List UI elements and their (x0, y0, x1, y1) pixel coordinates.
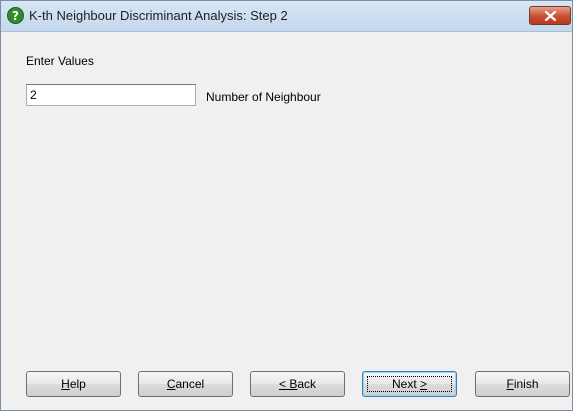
back-button-arrow: < (278, 377, 290, 391)
close-button[interactable] (529, 6, 571, 25)
finish-button-mnemonic: F (506, 377, 514, 391)
dialog-body: Enter Values Number of Neighbour Help Ca… (1, 32, 572, 410)
next-button[interactable]: Next > (362, 371, 457, 397)
title-bar[interactable]: ? K-th Neighbour Discriminant Analysis: … (1, 1, 572, 32)
focus-ring (367, 376, 452, 392)
finish-button[interactable]: Finish (475, 371, 570, 397)
back-button-label: ack (297, 377, 317, 391)
enter-values-heading: Enter Values (26, 54, 94, 68)
cancel-button[interactable]: Cancel (138, 371, 233, 397)
back-button[interactable]: < Back (250, 371, 345, 397)
help-question-icon: ? (7, 7, 24, 24)
dialog-window: ? K-th Neighbour Discriminant Analysis: … (0, 0, 573, 411)
number-of-neighbour-input[interactable] (26, 84, 196, 106)
help-button-label: elp (69, 377, 86, 391)
help-button-mnemonic: H (61, 377, 70, 391)
finish-button-label: inish (513, 377, 539, 391)
cancel-button-label: ancel (175, 377, 205, 391)
window-title: K-th Neighbour Discriminant Analysis: St… (29, 8, 288, 23)
close-icon (545, 11, 556, 21)
help-button[interactable]: Help (26, 371, 121, 397)
svg-text:?: ? (12, 9, 19, 23)
number-of-neighbour-label: Number of Neighbour (206, 90, 321, 104)
